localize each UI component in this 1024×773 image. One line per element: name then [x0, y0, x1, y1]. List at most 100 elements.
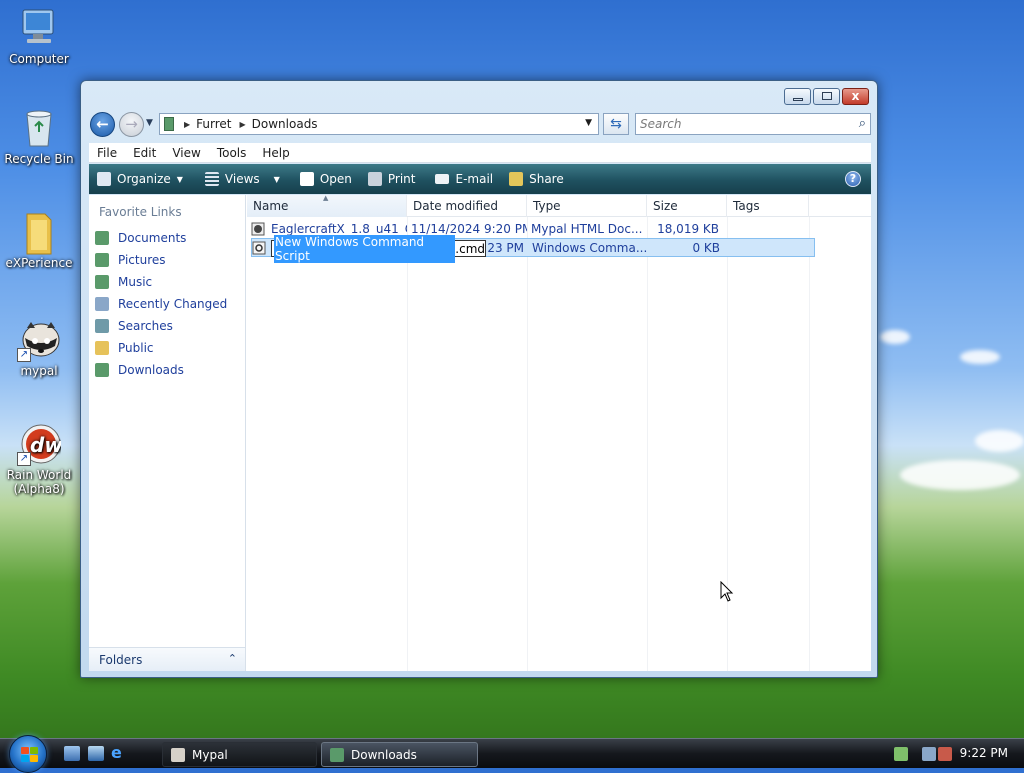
print-label: Print — [387, 172, 416, 186]
html-document-icon — [251, 222, 265, 236]
taskbar-button-label: Downloads — [351, 747, 417, 762]
organize-button[interactable]: Organize ▼ — [89, 164, 191, 194]
menu-help[interactable]: Help — [254, 146, 297, 160]
chevron-down-icon: ▼ — [176, 174, 183, 184]
breadcrumb-furret[interactable]: Furret — [196, 117, 231, 131]
desktop-icon-computer[interactable]: Computer — [4, 6, 74, 66]
file-row-selected[interactable]: 23 PM Windows Comma... 0 KB New Windows … — [251, 234, 815, 263]
recycle-bin-icon — [17, 106, 61, 150]
share-label: Share — [529, 172, 564, 186]
address-bar[interactable]: ▶ Furret ▶ Downloads ▼ — [159, 113, 599, 135]
downloads-icon — [95, 363, 109, 377]
print-button[interactable]: Print — [360, 164, 424, 194]
volume-muted-icon[interactable] — [938, 747, 952, 761]
explorer-window[interactable]: x ← → ▼ ▶ Furret ▶ Downloads ▼ ⇆ Search … — [80, 80, 878, 678]
taskbar: e Mypal Downloads 9:22 PM — [0, 735, 1024, 773]
fav-link-documents[interactable]: Documents — [95, 227, 243, 249]
cloud — [960, 350, 1000, 364]
breadcrumb-downloads[interactable]: Downloads — [252, 117, 318, 131]
recently-changed-icon — [95, 297, 109, 311]
internet-explorer-icon[interactable]: e — [111, 745, 127, 761]
menu-view[interactable]: View — [164, 146, 208, 160]
printer-icon — [367, 172, 382, 186]
cloud — [880, 330, 910, 344]
cloud — [975, 430, 1024, 452]
rename-input[interactable]: New Windows Command Script .cmd — [271, 234, 486, 263]
music-icon — [95, 275, 109, 289]
rename-selected-text: New Windows Command Script — [274, 234, 456, 263]
column-header-label: Date modified — [413, 199, 499, 213]
fav-link-downloads[interactable]: Downloads — [95, 359, 243, 381]
desktop-icon-rain-world[interactable]: dw ↗ Rain World (Alpha8) — [4, 422, 74, 496]
recent-pages-dropdown[interactable]: ▼ — [146, 118, 153, 128]
address-dropdown-icon[interactable]: ▼ — [585, 118, 592, 128]
desktop-icon-label: mypal — [20, 364, 58, 378]
views-button[interactable]: Views ▼ — [191, 164, 288, 194]
start-button[interactable] — [9, 735, 47, 773]
folders-toggle[interactable]: Folders ⌃ — [89, 647, 245, 671]
column-header-size[interactable]: Size — [647, 195, 727, 217]
minimize-icon — [793, 98, 803, 101]
desktop-icon-experience[interactable]: eXPerience — [4, 210, 74, 270]
breadcrumb-separator-icon[interactable]: ▶ — [184, 120, 190, 129]
desktop-icon-label: Rain World (Alpha8) — [6, 468, 72, 496]
forward-button[interactable]: → — [119, 112, 144, 137]
menu-tools[interactable]: Tools — [209, 146, 255, 160]
close-button[interactable]: x — [842, 88, 869, 105]
shortcut-arrow-icon: ↗ — [17, 452, 31, 466]
column-header-date-modified[interactable]: Date modified — [407, 195, 527, 217]
search-input[interactable]: Search ⌕ — [635, 113, 871, 135]
refresh-button[interactable]: ⇆ — [603, 113, 629, 135]
fav-link-searches[interactable]: Searches — [95, 315, 243, 337]
column-header-type[interactable]: Type — [527, 195, 647, 217]
switch-windows-icon[interactable] — [88, 746, 104, 761]
column-header-row: ▲ Name Date modified Type Size Tags — [247, 194, 871, 217]
menu-file[interactable]: File — [89, 146, 125, 160]
file-type: Mypal HTML Doc... — [531, 221, 643, 236]
chevron-up-icon: ⌃ — [227, 652, 237, 665]
breadcrumb-separator-icon[interactable]: ▶ — [240, 120, 246, 129]
share-button[interactable]: Share — [501, 164, 572, 194]
security-center-icon[interactable] — [894, 747, 908, 761]
email-button[interactable]: E-mail — [423, 164, 501, 194]
folders-label: Folders — [99, 652, 143, 667]
column-divider — [407, 217, 408, 671]
file-list-pane[interactable]: ▲ Name Date modified Type Size Tags Eagle… — [247, 194, 871, 671]
forward-arrow-icon: → — [125, 115, 138, 133]
fav-link-pictures[interactable]: Pictures — [95, 249, 243, 271]
show-desktop-icon[interactable] — [64, 746, 80, 761]
help-button[interactable]: ? — [845, 171, 861, 187]
fav-link-music[interactable]: Music — [95, 271, 243, 293]
taskbar-button-downloads[interactable]: Downloads — [321, 742, 478, 767]
search-icon[interactable]: ⌕ — [859, 114, 866, 134]
command-script-icon — [252, 241, 266, 255]
close-icon: x — [851, 89, 860, 103]
desktop-icon-mypal[interactable]: ↗ mypal — [4, 318, 74, 378]
column-header-label: Tags — [733, 199, 760, 213]
file-date-modified: 11/14/2024 9:20 PM — [411, 221, 527, 236]
taskbar-button-mypal[interactable]: Mypal — [162, 742, 317, 767]
desktop-icon-recycle-bin[interactable]: Recycle Bin — [4, 106, 74, 166]
file-type: Windows Comma... — [532, 240, 648, 255]
fav-link-recently-changed[interactable]: Recently Changed — [95, 293, 243, 315]
network-icon[interactable] — [922, 747, 936, 761]
title-buttons: x — [784, 88, 869, 105]
column-header-tags[interactable]: Tags — [727, 195, 809, 217]
column-header-name[interactable]: ▲ Name — [247, 194, 407, 217]
back-button[interactable]: ← — [90, 112, 115, 137]
fav-link-label: Searches — [118, 319, 173, 333]
address-row: ← → ▼ ▶ Furret ▶ Downloads ▼ ⇆ Search ⌕ — [89, 111, 871, 137]
views-icon — [204, 172, 219, 186]
clock[interactable]: 9:22 PM — [960, 746, 1008, 760]
maximize-button[interactable] — [813, 88, 840, 105]
menu-edit[interactable]: Edit — [125, 146, 164, 160]
minimize-button[interactable] — [784, 88, 811, 105]
favorite-links-list: Documents Pictures Music Recently Change… — [95, 227, 243, 381]
public-folder-icon — [95, 341, 109, 355]
column-divider — [809, 217, 810, 671]
document-icon — [299, 172, 314, 186]
fav-link-label: Downloads — [118, 363, 184, 377]
chevron-down-icon: ▼ — [273, 174, 280, 184]
column-divider — [647, 217, 648, 671]
fav-link-public[interactable]: Public — [95, 337, 243, 359]
